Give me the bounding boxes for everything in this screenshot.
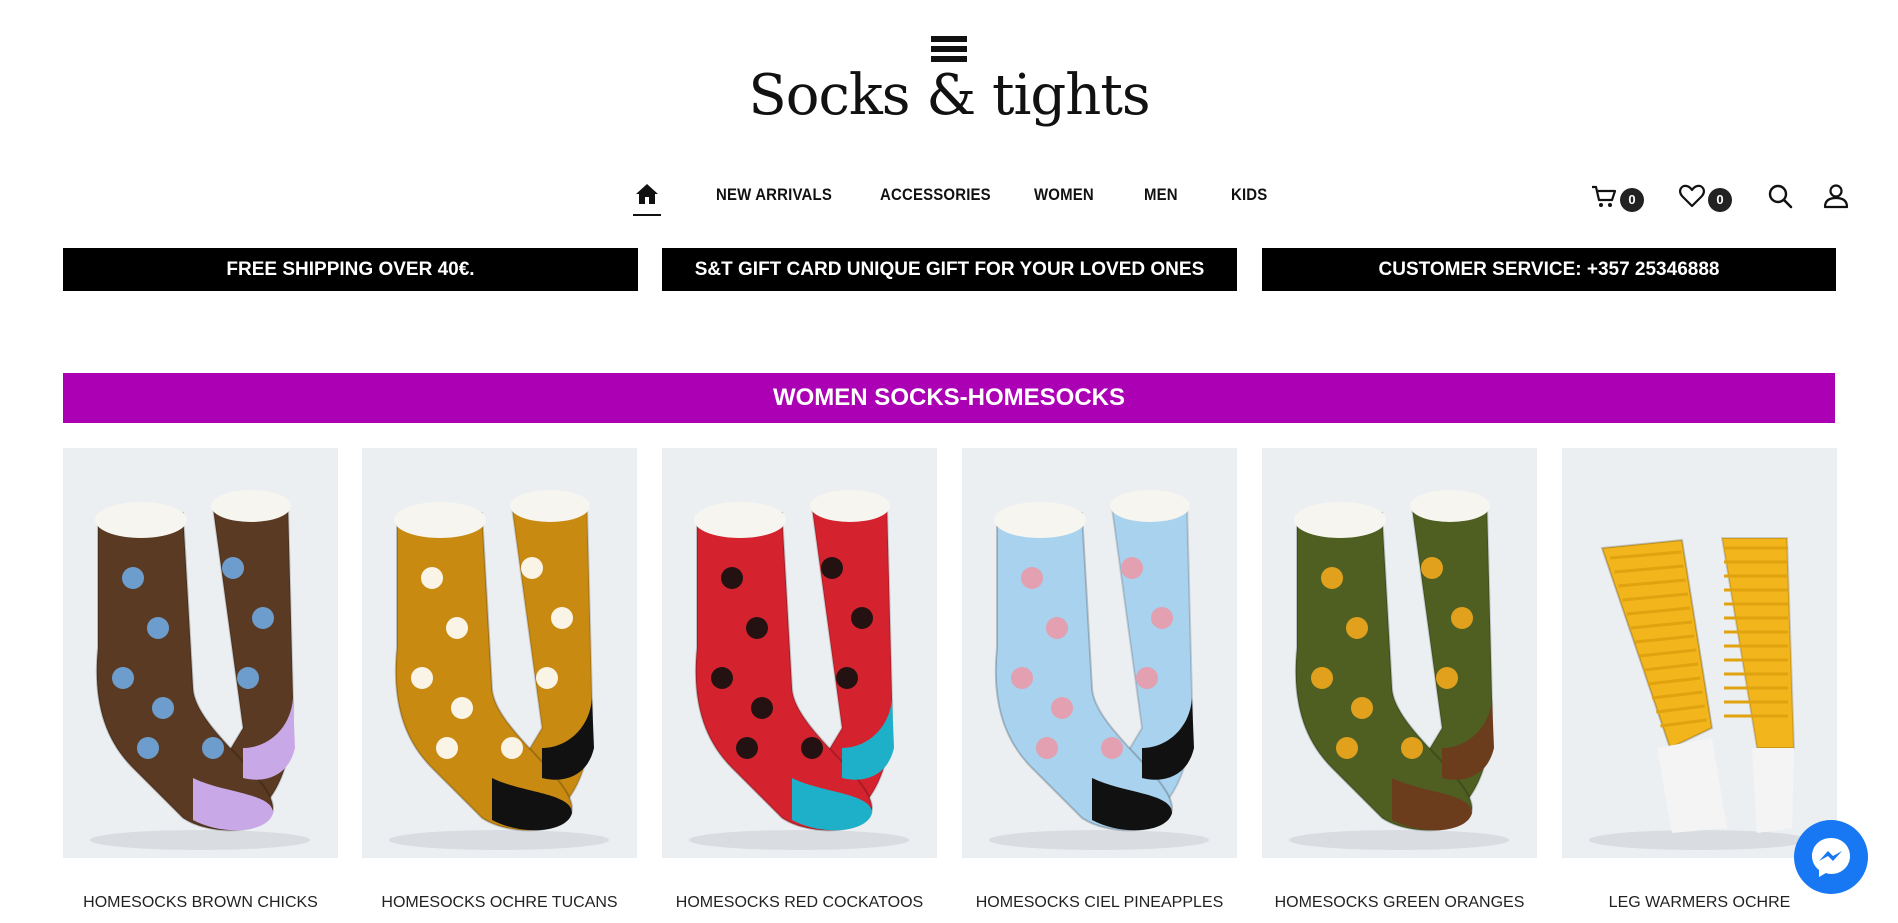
- banner-customer-service[interactable]: CUSTOMER SERVICE: +357 25346888: [1262, 248, 1836, 291]
- product-card[interactable]: HOMESOCKS OCHRE TUCANS: [362, 448, 637, 911]
- nav-item-kids[interactable]: KIDS: [1231, 185, 1267, 205]
- nav-home-link[interactable]: [632, 182, 662, 216]
- product-image[interactable]: [962, 448, 1237, 858]
- wishlist-button[interactable]: 0: [1678, 182, 1732, 212]
- nav-item-new-arrivals[interactable]: NEW ARRIVALS: [716, 185, 832, 205]
- section-title: WOMEN SOCKS-HOMESOCKS: [63, 373, 1835, 423]
- messenger-chat-button[interactable]: [1794, 820, 1868, 894]
- product-card[interactable]: HOMESOCKS BROWN CHICKS: [63, 448, 338, 911]
- product-image[interactable]: [1262, 448, 1537, 858]
- wishlist-count-badge: 0: [1708, 188, 1732, 212]
- banner-gift-card[interactable]: S&T GIFT CARD UNIQUE GIFT FOR YOUR LOVED…: [662, 248, 1237, 291]
- product-image[interactable]: [362, 448, 637, 858]
- search-button[interactable]: [1766, 182, 1796, 212]
- cart-count-badge: 0: [1620, 188, 1644, 212]
- product-card[interactable]: HOMESOCKS RED COCKATOOS: [662, 448, 937, 911]
- product-name[interactable]: LEG WARMERS OCHRE: [1562, 894, 1837, 912]
- product-illustration: [389, 490, 609, 850]
- product-name[interactable]: HOMESOCKS RED COCKATOOS: [662, 894, 937, 912]
- product-illustration: [1589, 537, 1809, 850]
- logo-text: Socks & tights: [748, 63, 1150, 128]
- product-card[interactable]: HOMESOCKS GREEN ORANGES: [1262, 448, 1537, 911]
- product-illustration: [689, 490, 909, 850]
- product-illustration: [1289, 490, 1509, 850]
- cart-button[interactable]: 0: [1590, 182, 1644, 212]
- home-icon: [636, 184, 658, 204]
- product-image[interactable]: [1562, 448, 1837, 858]
- search-icon: [1768, 184, 1793, 209]
- nav-item-accessories[interactable]: ACCESSORIES: [880, 185, 991, 205]
- logo-bars-icon: [931, 36, 967, 62]
- heart-icon: [1679, 184, 1705, 208]
- product-card[interactable]: LEG WARMERS OCHRE: [1562, 448, 1837, 911]
- nav-item-men[interactable]: MEN: [1144, 185, 1178, 205]
- product-name[interactable]: HOMESOCKS BROWN CHICKS: [63, 894, 338, 912]
- nav-item-women[interactable]: WOMEN: [1034, 185, 1094, 205]
- product-image[interactable]: [63, 448, 338, 858]
- product-name[interactable]: HOMESOCKS CIEL PINEAPPLES: [962, 894, 1237, 912]
- header-tools: 0 0: [1590, 178, 1890, 214]
- site-logo[interactable]: Socks & tights: [0, 30, 1898, 126]
- product-card[interactable]: HOMESOCKS CIEL PINEAPPLES: [962, 448, 1237, 911]
- banner-free-shipping[interactable]: FREE SHIPPING OVER 40€.: [63, 248, 638, 291]
- user-icon: [1823, 184, 1849, 209]
- product-illustration: [989, 490, 1209, 850]
- product-name[interactable]: HOMESOCKS OCHRE TUCANS: [362, 894, 637, 912]
- account-button[interactable]: [1822, 182, 1852, 212]
- product-image[interactable]: [662, 448, 937, 858]
- product-illustration: [90, 490, 310, 850]
- product-name[interactable]: HOMESOCKS GREEN ORANGES: [1262, 894, 1537, 912]
- cart-icon: [1592, 185, 1617, 207]
- messenger-icon: [1812, 838, 1850, 877]
- nav-active-underline: [633, 214, 661, 216]
